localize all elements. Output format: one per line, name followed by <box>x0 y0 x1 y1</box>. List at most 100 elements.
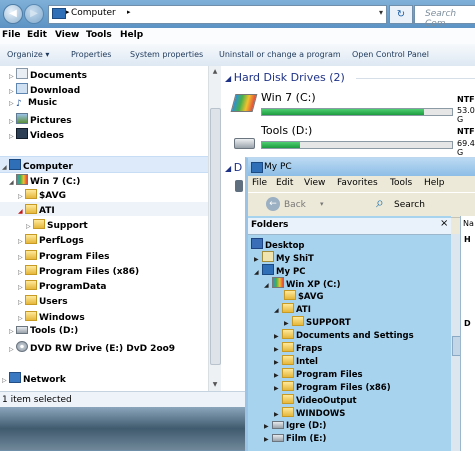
desktop-icon <box>251 238 263 249</box>
xp-menu-edit[interactable]: Edit <box>276 178 293 188</box>
back-arrow-icon[interactable]: ← <box>266 197 280 211</box>
menu-help[interactable]: Help <box>120 30 143 40</box>
xp-menu-bar: File Edit View Favorites Tools Help <box>248 176 475 192</box>
xp-menu-tools[interactable]: Tools <box>390 178 412 188</box>
xp-tree-myshit[interactable]: ▶ My ShiT <box>254 251 314 264</box>
nav-item-documents[interactable]: ▷ Documents <box>9 68 87 81</box>
desktop-wallpaper <box>0 407 245 450</box>
nav-item-computer[interactable]: ◢ Computer <box>2 159 73 172</box>
xp-search-button[interactable]: Search <box>394 200 425 210</box>
search-icon: ⌕ <box>376 195 384 211</box>
nav-item-download[interactable]: ▷ Download <box>9 83 80 96</box>
nav-item-win7[interactable]: ◢ Win 7 (C:) <box>9 174 80 187</box>
folder-icon <box>262 251 274 262</box>
folder-icon <box>25 265 37 275</box>
drive-d-fs: NTFS <box>457 127 475 136</box>
nav-item-support[interactable]: ▷ Support <box>26 219 88 231</box>
folder-icon <box>282 368 294 378</box>
pictures-icon <box>16 113 28 124</box>
xp-tree-program-files[interactable]: ▶ Program Files <box>274 368 363 380</box>
xp-tree-windows[interactable]: ▶ WINDOWS <box>274 407 345 419</box>
nav-item-avg[interactable]: ▷ $AVG <box>18 189 66 201</box>
xp-tree-film[interactable]: ▶ Film (E:) <box>264 434 326 444</box>
nav-item-program-files-x86[interactable]: ▷ Program Files (x86) <box>18 265 139 277</box>
drive-icon <box>272 434 284 442</box>
search-input[interactable]: Search Com <box>414 5 475 29</box>
xp-tree-docs[interactable]: ▶ Documents and Settings <box>274 329 414 341</box>
drive-c-fs: NTFS <box>457 95 475 104</box>
folder-icon <box>25 234 37 244</box>
nav-item-network[interactable]: ▷ Network <box>2 372 66 385</box>
system-properties-button[interactable]: System properties <box>130 50 203 59</box>
menu-tools[interactable]: Tools <box>86 30 112 40</box>
menu-view[interactable]: View <box>55 30 79 40</box>
nav-item-programdata[interactable]: ▷ ProgramData <box>18 280 106 292</box>
back-button[interactable]: ◀ <box>3 4 23 24</box>
xp-tree-avg[interactable]: $AVG <box>284 290 323 302</box>
xp-window-title: My PC <box>264 162 292 172</box>
xp-menu-view[interactable]: View <box>304 178 325 188</box>
xp-tree-desktop[interactable]: Desktop <box>251 238 305 251</box>
xp-tree-intel[interactable]: ▶ Intel <box>274 355 318 367</box>
menu-bar: File Edit View Tools Help <box>0 28 475 45</box>
scroll-down-icon[interactable]: ▼ <box>210 381 220 388</box>
forward-button[interactable]: ▶ <box>24 4 44 24</box>
drive-d-name[interactable]: Tools (D:) <box>261 124 312 137</box>
xp-tree-ati[interactable]: ◢ ATI <box>274 303 311 315</box>
nav-item-tools[interactable]: ▷ Tools (D:) <box>9 326 78 336</box>
nav-item-windows[interactable]: ▷ Windows <box>18 311 85 323</box>
refresh-button[interactable]: ↻ <box>389 5 413 24</box>
xp-back-button[interactable]: Back <box>284 200 306 210</box>
nav-item-program-files[interactable]: ▷ Program Files <box>18 250 109 262</box>
xp-tree-mypc[interactable]: ◢ My PC <box>254 264 305 277</box>
nav-item-pictures[interactable]: ▷ Pictures <box>9 113 72 126</box>
xp-tree-support[interactable]: ▶ SUPPORT <box>284 316 351 328</box>
address-dropdown-icon[interactable]: ▾ <box>379 8 383 17</box>
back-dropdown-icon[interactable]: ▾ <box>320 200 324 208</box>
uninstall-button[interactable]: Uninstall or change a program <box>219 50 341 59</box>
nav-item-dvd[interactable]: ▷ DVD RW Drive (E:) DvD 2oo9 <box>9 341 175 354</box>
xp-menu-help[interactable]: Help <box>424 178 445 188</box>
nav-item-users[interactable]: ▷ Users <box>18 295 68 307</box>
group-h-label: H <box>464 235 471 244</box>
folder-icon <box>25 311 37 321</box>
nav-item-perflogs[interactable]: ▷ PerfLogs <box>18 234 84 246</box>
close-icon[interactable]: × <box>440 218 448 229</box>
nav-item-videos[interactable]: ▷ Videos <box>9 128 64 141</box>
xp-menu-file[interactable]: File <box>252 178 267 188</box>
xp-tree-videooutput[interactable]: VideoOutput <box>282 394 357 406</box>
scroll-thumb[interactable] <box>210 108 221 365</box>
xp-tree-program-files-x86[interactable]: ▶ Program Files (x86) <box>274 381 391 393</box>
xp-tree-winxp[interactable]: ◢ Win XP (C:) <box>264 277 340 290</box>
group-header[interactable]: ◢ Hard Disk Drives (2) <box>225 71 345 84</box>
folder-icon <box>282 381 294 391</box>
control-panel-button[interactable]: Open Control Panel <box>352 50 429 59</box>
windows-drive-icon <box>272 277 284 288</box>
scroll-up-icon[interactable]: ▲ <box>210 68 220 75</box>
folder-icon <box>282 407 294 417</box>
properties-button[interactable]: Properties <box>71 50 111 59</box>
column-name-header[interactable]: Na <box>463 219 474 228</box>
organize-button[interactable]: Organize ▾ <box>7 50 49 59</box>
menu-edit[interactable]: Edit <box>27 30 47 40</box>
breadcrumb-computer[interactable]: Computer <box>71 8 116 18</box>
menu-file[interactable]: File <box>2 30 20 40</box>
drive-c-name[interactable]: Win 7 (C:) <box>261 91 316 104</box>
group-header-devices[interactable]: ◢ D <box>225 161 242 174</box>
drive-c-usage-bar <box>261 108 453 116</box>
xp-menu-favorites[interactable]: Favorites <box>337 178 378 188</box>
address-bar[interactable]: ▸ Computer ▸ ▾ <box>48 5 387 24</box>
xp-tree-igre[interactable]: ▶ Igre (D:) <box>264 421 326 431</box>
folder-icon <box>282 342 294 352</box>
nav-item-music[interactable]: ▷ ♪ Music <box>9 98 57 109</box>
videos-icon <box>16 128 28 139</box>
nav-item-ati[interactable]: ◢ ATI <box>18 204 55 216</box>
xp-tree-fraps[interactable]: ▶ Fraps <box>274 342 322 354</box>
drive-c-usage-fill <box>262 109 424 115</box>
xp-title-bar[interactable]: My PC <box>248 158 475 176</box>
breadcrumb-arrow-icon[interactable]: ▸ <box>66 8 70 16</box>
status-bar: 1 item selected <box>0 391 245 408</box>
breadcrumb-chevron-icon[interactable]: ▸ <box>127 8 131 16</box>
windows-drive-icon <box>230 94 258 112</box>
folder-icon <box>282 355 294 365</box>
